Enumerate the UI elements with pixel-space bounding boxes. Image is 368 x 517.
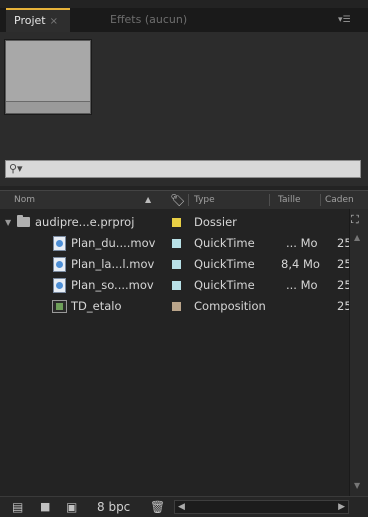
flowchart-icon[interactable]: ⛶ [351,213,359,227]
scroll-right-icon[interactable]: ▶ [338,501,345,513]
list-item[interactable]: Plan_la...l.mov QuickTime 8,4 Mo 25 [0,254,352,275]
column-framerate[interactable]: Caden [325,191,354,209]
item-type: Composition [194,299,266,313]
quicktime-file-icon [53,257,66,272]
tab-effects[interactable]: Effets (aucun) [110,8,187,32]
scroll-down-icon[interactable]: ▼ [354,481,360,490]
label-color-swatch[interactable] [172,302,181,311]
project-panel: Projet × Effets (aucun) ▾☰ ⚲▾ Nom ▲ 🏷 Typ… [0,0,368,517]
column-separator[interactable] [188,194,189,206]
item-size: ... Mo [286,278,318,292]
bottom-toolbar: ▤ ■ ▣ 8 bpc 🗑 ◀ ▶ [0,496,368,517]
tag-icon[interactable]: 🏷 [170,191,185,209]
trash-icon[interactable]: 🗑 [150,499,165,515]
column-header: Nom ▲ 🏷 Type Taille Caden [0,190,368,210]
scroll-left-icon[interactable]: ◀ [178,501,185,513]
folder-icon [17,215,30,227]
column-size[interactable]: Taille [278,191,301,209]
item-size: ... Mo [286,236,318,250]
search-field[interactable]: ⚲▾ [5,160,361,178]
magnifier-icon[interactable]: ⚲▾ [9,162,23,175]
item-name: Plan_la...l.mov [71,257,155,271]
column-separator[interactable] [269,194,270,206]
quicktime-file-icon [53,236,66,251]
thumbnail-strip [6,101,90,113]
quicktime-file-icon [53,278,66,293]
scroll-up-icon[interactable]: ▲ [354,233,360,242]
tab-project[interactable]: Projet × [6,8,70,32]
item-size: 8,4 Mo [281,257,320,271]
item-name: Plan_so....mov [71,278,154,292]
search-input[interactable] [26,162,350,178]
panel-tab-bar: Projet × Effets (aucun) ▾☰ [0,8,368,33]
label-color-swatch[interactable] [172,281,181,290]
bit-depth-button[interactable]: 8 bpc [97,497,130,517]
horizontal-scrollbar[interactable]: ◀ ▶ [174,500,349,514]
preview-area: ⚲▾ [0,32,368,186]
label-color-swatch[interactable] [172,218,181,227]
composition-icon [52,300,67,313]
tab-close-icon[interactable]: × [50,16,58,27]
label-color-swatch[interactable] [172,239,181,248]
tab-project-label: Projet [14,14,46,27]
column-type[interactable]: Type [194,191,215,209]
item-type: Dossier [194,215,237,229]
thumbnail-preview [5,40,91,114]
tab-effects-label: Effets (aucun) [110,13,188,26]
item-name: Plan_du....mov [71,236,156,250]
item-name: TD_etalo [71,299,122,313]
sort-ascending-icon[interactable]: ▲ [145,191,151,209]
item-type: QuickTime [194,236,255,250]
list-item[interactable]: ▼ audipre...e.prproj Dossier [0,212,349,233]
label-color-swatch[interactable] [172,260,181,269]
interpret-footage-icon[interactable]: ▤ [12,499,23,515]
vertical-scrollbar[interactable]: ▲ ▼ [349,209,368,496]
disclosure-triangle-icon[interactable]: ▼ [5,212,11,233]
item-type: QuickTime [194,257,255,271]
project-item-list: ▼ audipre...e.prproj Dossier Plan_du....… [0,209,352,490]
item-name: audipre...e.prproj [35,215,135,229]
new-composition-icon[interactable]: ▣ [66,499,77,515]
list-item[interactable]: Plan_du....mov QuickTime ... Mo 25 [0,233,352,254]
list-item[interactable]: TD_etalo Composition 25 [0,296,352,317]
panel-menu-icon[interactable]: ▾☰ [338,14,360,26]
list-item[interactable]: Plan_so....mov QuickTime ... Mo 25 [0,275,352,296]
column-name[interactable]: Nom [14,191,35,209]
new-folder-icon[interactable]: ■ [40,499,50,515]
item-type: QuickTime [194,278,255,292]
column-separator[interactable] [320,194,321,206]
